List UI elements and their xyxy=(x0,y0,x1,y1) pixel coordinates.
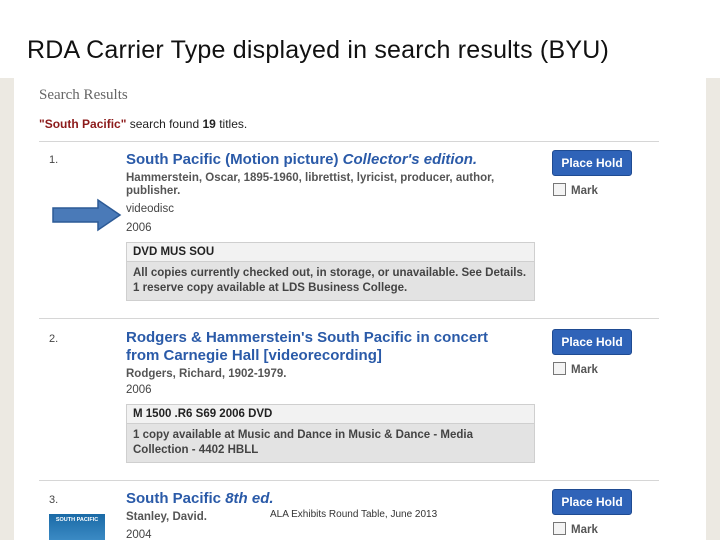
title-main[interactable]: South Pacific (Motion picture) xyxy=(126,151,339,168)
result-author: Rodgers, Richard, 1902-1979. xyxy=(126,368,287,380)
search-found-summary: "South Pacific" search found 19 titles. xyxy=(39,117,247,131)
result-title-link[interactable]: South Pacific (Motion picture) Collector… xyxy=(126,151,526,169)
divider xyxy=(39,318,659,319)
search-query: "South Pacific" xyxy=(39,117,127,131)
mark-label: Mark xyxy=(571,364,598,376)
found-prefix: search found xyxy=(129,117,200,131)
mark-checkbox[interactable]: Mark xyxy=(553,183,598,197)
slide-border-left xyxy=(0,78,14,540)
result-author: Hammerstein, Oscar, 1895-1960, librettis… xyxy=(126,172,495,197)
availability-text: All copies currently checked out, in sto… xyxy=(127,262,534,300)
result-number: 3. xyxy=(49,494,59,506)
checkbox-icon[interactable] xyxy=(553,522,566,535)
search-results-screenshot: Search Results "South Pacific" search fo… xyxy=(14,78,706,540)
place-hold-button[interactable]: Place Hold xyxy=(552,329,632,355)
result-title-link[interactable]: South Pacific 8th ed. xyxy=(126,490,526,508)
title-edition[interactable]: 8th ed. xyxy=(225,490,273,507)
place-hold-button[interactable]: Place Hold xyxy=(552,489,632,515)
mark-checkbox[interactable]: Mark xyxy=(553,522,598,536)
title-edition[interactable]: Collector's edition. xyxy=(343,151,477,168)
book-cover-thumbnail[interactable]: SOUTH PACIFIC xyxy=(49,514,105,540)
result-year: 2006 xyxy=(126,222,152,234)
mark-label: Mark xyxy=(571,185,598,197)
result-year: 2006 xyxy=(126,384,152,396)
checkbox-icon[interactable] xyxy=(553,183,566,196)
arrow-pointer-icon xyxy=(52,198,122,232)
call-number: M 1500 .R6 S69 2006 DVD xyxy=(127,405,534,424)
found-suffix: titles. xyxy=(219,117,248,131)
result-number: 1. xyxy=(49,154,59,166)
divider xyxy=(39,141,659,142)
result-count: 19 xyxy=(202,117,216,131)
checkbox-icon[interactable] xyxy=(553,362,566,375)
call-number: DVD MUS SOU xyxy=(127,243,534,262)
cover-text: SOUTH PACIFIC xyxy=(55,517,99,523)
slide-border-right xyxy=(706,78,720,540)
result-title-link[interactable]: Rodgers & Hammerstein's South Pacific in… xyxy=(126,329,516,365)
holdings-box: DVD MUS SOU All copies currently checked… xyxy=(126,242,535,301)
availability-text: 1 copy available at Music and Dance in M… xyxy=(127,424,534,462)
holdings-box: M 1500 .R6 S69 2006 DVD 1 copy available… xyxy=(126,404,535,463)
slide-title: RDA Carrier Type displayed in search res… xyxy=(27,36,609,64)
search-results-heading: Search Results xyxy=(39,87,128,103)
slide-footer: ALA Exhibits Round Table, June 2013 xyxy=(270,509,438,520)
title-main[interactable]: South Pacific xyxy=(126,490,221,507)
place-hold-button[interactable]: Place Hold xyxy=(552,150,632,176)
result-year: 2004 xyxy=(126,529,152,540)
carrier-type: videodisc xyxy=(126,203,174,215)
result-number: 2. xyxy=(49,333,59,345)
mark-checkbox[interactable]: Mark xyxy=(553,362,598,376)
divider xyxy=(39,480,659,481)
mark-label: Mark xyxy=(571,524,598,536)
